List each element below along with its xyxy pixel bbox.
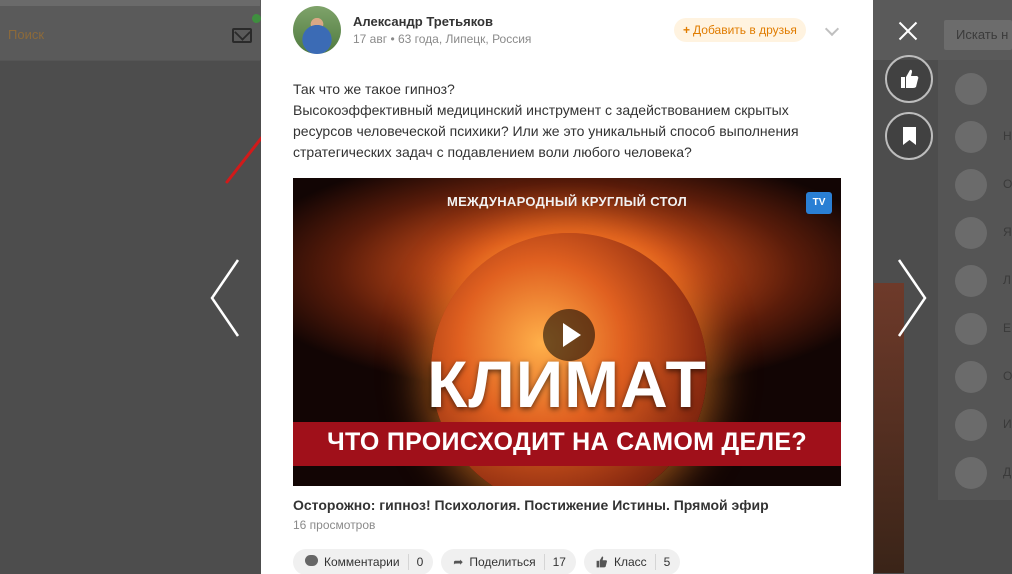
post-text-line: Высокоэффективный медицинский инструмент…: [293, 102, 799, 160]
bookmark-button[interactable]: [885, 112, 933, 160]
video-subtitle-text: ЧТО ПРОИСХОДИТ НА САМОМ ДЕЛЕ?: [327, 428, 807, 456]
post-actions: Комментарии 0 ➦ Поделиться 17 Класс 5: [293, 549, 681, 574]
bookmark-icon: [903, 127, 916, 145]
friend-avatar[interactable]: [955, 217, 987, 249]
friend-avatar[interactable]: [955, 73, 987, 105]
action-separator: [407, 554, 409, 570]
friend-avatar[interactable]: [955, 409, 987, 441]
video-player[interactable]: МЕЖДУНАРОДНЫЙ КРУГЛЫЙ СТОЛ TV КЛИМАТ ЧТО…: [293, 178, 841, 486]
share-label: Поделиться: [469, 555, 536, 569]
action-separator: [654, 554, 656, 570]
video-header-text: МЕЖДУНАРОДНЫЙ КРУГЛЫЙ СТОЛ: [446, 194, 688, 209]
class-count: 5: [663, 555, 671, 569]
view-count: 16 просмотров: [293, 518, 376, 532]
post-text: Так что же такое гипноз? Высокоэффективн…: [293, 79, 833, 163]
like-button[interactable]: [885, 55, 933, 103]
background-divider: [0, 60, 260, 61]
friend-avatar[interactable]: [955, 265, 987, 297]
share-icon: ➦: [453, 555, 464, 569]
class-button[interactable]: Класс 5: [583, 549, 681, 574]
comments-count: 0: [416, 555, 424, 569]
background-search-input[interactable]: Искать н: [944, 20, 1012, 50]
next-arrow-icon[interactable]: [893, 258, 929, 338]
friend-avatar[interactable]: [955, 361, 987, 393]
notification-badge: [252, 14, 261, 23]
video-link-title[interactable]: Осторожно: гипноз! Психология. Постижени…: [293, 497, 769, 513]
background-top-strip: [0, 0, 260, 6]
thumbs-up-icon: [596, 556, 607, 568]
friend-avatar[interactable]: [955, 313, 987, 345]
friend-name: Л: [1003, 273, 1011, 287]
add-friend-button[interactable]: + Добавить в друзья: [674, 18, 806, 42]
comments-label: Комментарии: [324, 555, 400, 569]
thumbs-up-icon: [901, 69, 919, 88]
add-friend-label: Добавить в друзья: [693, 23, 797, 37]
friend-name: И: [1003, 417, 1012, 431]
plus-icon: +: [683, 23, 691, 37]
close-icon[interactable]: [895, 18, 921, 44]
channel-logo: TV: [806, 192, 832, 214]
chevron-down-icon[interactable]: [824, 21, 840, 37]
mail-icon[interactable]: [232, 28, 252, 43]
friend-avatar[interactable]: [955, 169, 987, 201]
previous-arrow-icon[interactable]: [208, 258, 244, 338]
friend-name: Д: [1003, 465, 1012, 479]
friend-avatar[interactable]: [955, 457, 987, 489]
comments-button[interactable]: Комментарии 0: [293, 549, 434, 574]
comment-icon: [305, 555, 318, 569]
friend-name: Е: [1003, 321, 1012, 335]
share-button[interactable]: ➦ Поделиться 17: [441, 549, 576, 574]
author-name[interactable]: Александр Третьяков: [353, 14, 493, 29]
play-icon[interactable]: [543, 309, 595, 361]
class-label: Класс: [613, 555, 647, 569]
background-search-link[interactable]: Поиск: [8, 27, 44, 42]
post-text-line: Так что же такое гипноз?: [293, 81, 455, 97]
friend-name: О: [1003, 369, 1012, 383]
friend-name: Н: [1003, 129, 1012, 143]
friend-name: О: [1003, 177, 1012, 191]
share-count: 17: [552, 555, 566, 569]
friend-avatar[interactable]: [955, 121, 987, 153]
friend-name: Я: [1003, 225, 1012, 239]
post-modal: Александр Третьяков 17 авг • 63 года, Ли…: [261, 0, 873, 574]
post-meta: 17 авг • 63 года, Липецк, Россия: [353, 32, 532, 46]
author-avatar[interactable]: [293, 6, 341, 54]
action-separator: [543, 554, 545, 570]
